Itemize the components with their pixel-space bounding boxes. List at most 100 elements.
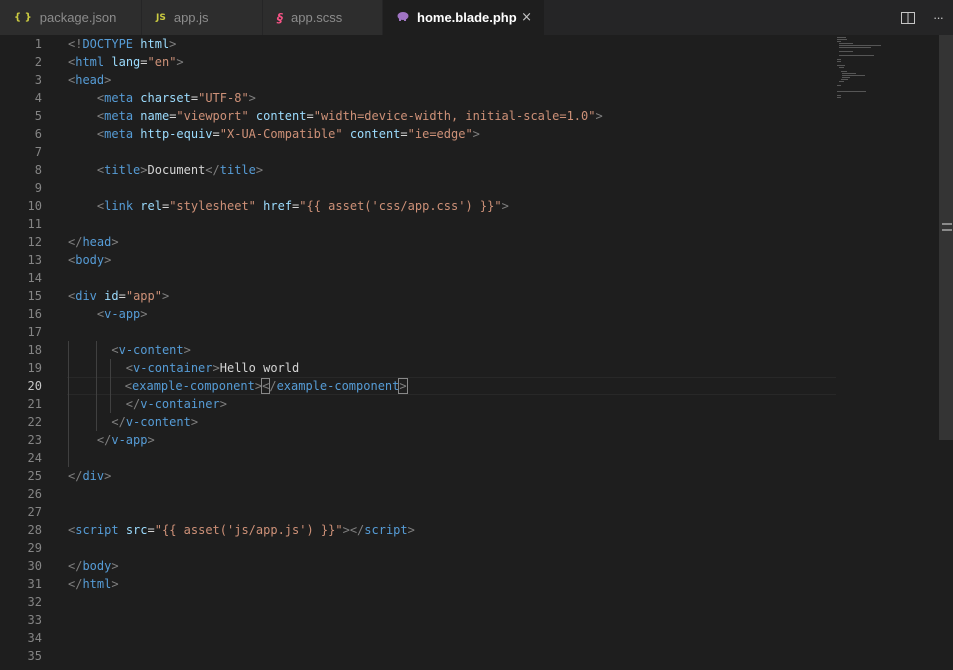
more-actions-icon[interactable]: ··· xyxy=(923,0,953,35)
code-token: </ xyxy=(96,433,112,447)
code-line[interactable]: </body> xyxy=(68,557,836,575)
vertical-scrollbar[interactable] xyxy=(939,35,953,670)
close-icon[interactable]: × xyxy=(521,10,532,25)
code-line[interactable]: </div> xyxy=(68,467,836,485)
code-line[interactable]: <link rel="stylesheet" href="{{ asset('c… xyxy=(68,197,836,215)
code-line[interactable]: <!DOCTYPE html> xyxy=(68,35,836,53)
line-number: 26 xyxy=(27,487,42,501)
code-line[interactable] xyxy=(68,215,836,233)
code-token: > xyxy=(104,469,112,483)
indent-guide xyxy=(110,359,111,413)
code-line[interactable]: <script src="{{ asset('js/app.js') }}"><… xyxy=(68,521,836,539)
minimap-line xyxy=(840,79,848,80)
minimap-line xyxy=(839,67,844,68)
code-line[interactable]: </v-app> xyxy=(68,431,836,449)
code-line[interactable] xyxy=(68,323,836,341)
code-line[interactable]: <title>Document</title> xyxy=(68,161,836,179)
minimap-line xyxy=(841,73,857,74)
code-token: </ xyxy=(68,577,83,591)
code-line[interactable] xyxy=(68,449,836,467)
line-number: 15 xyxy=(27,289,42,303)
code-line[interactable]: </v-container> xyxy=(68,395,836,413)
code-area[interactable]: <!DOCTYPE html> <html lang="en"> <head> <m… xyxy=(68,35,836,665)
code-line[interactable]: <meta name="viewport" content="width=dev… xyxy=(68,107,836,125)
code-token: rel xyxy=(140,199,162,213)
code-line[interactable] xyxy=(68,593,836,611)
split-editor-icon[interactable] xyxy=(893,0,923,35)
minimap-line xyxy=(840,71,848,72)
code-token: meta xyxy=(104,91,134,105)
code-line[interactable] xyxy=(68,629,836,647)
code-line[interactable]: <example-component></example-component> xyxy=(67,377,836,395)
scrollbar-thumb[interactable] xyxy=(939,35,953,440)
code-token: charset xyxy=(140,91,191,105)
line-number: 29 xyxy=(27,541,42,555)
code-token: v-container xyxy=(133,361,213,375)
code-line[interactable]: <v-app> xyxy=(68,305,836,323)
line-number: 11 xyxy=(27,217,42,231)
code-token: html xyxy=(75,55,105,69)
code-line[interactable]: <meta charset="UTF-8"> xyxy=(68,89,836,107)
code-line[interactable]: </v-content> xyxy=(68,413,836,431)
code-line[interactable]: <html lang="en"> xyxy=(68,53,836,71)
code-token: > xyxy=(147,433,155,447)
code-line[interactable] xyxy=(68,503,836,521)
minimap-line xyxy=(837,39,847,40)
code-line[interactable]: <v-container>Hello world xyxy=(68,359,836,377)
code-line[interactable] xyxy=(68,143,836,161)
code-token: < xyxy=(124,379,133,393)
code-token: = xyxy=(306,109,314,123)
tab-package-json[interactable]: { } package.json xyxy=(0,0,142,35)
code-token: > xyxy=(176,55,184,69)
minimap-line xyxy=(837,65,846,66)
code-line[interactable] xyxy=(68,179,836,197)
code-line[interactable] xyxy=(68,611,836,629)
line-number: 6 xyxy=(34,127,42,141)
minimap-line xyxy=(839,51,854,52)
code-token: meta xyxy=(104,127,134,141)
code-token: "{{ asset('css/app.css') }}" xyxy=(299,199,502,213)
tab-app-scss[interactable]: § app.scss xyxy=(263,0,383,35)
minimap-line xyxy=(837,91,866,92)
minimap-line xyxy=(839,45,882,46)
tab-app-js[interactable]: JS app.js xyxy=(142,0,263,35)
code-token: content xyxy=(255,109,307,123)
code-line[interactable]: </head> xyxy=(68,233,836,251)
code-line[interactable]: <meta http-equiv="X-UA-Compatible" conte… xyxy=(68,125,836,143)
javascript-file-icon: JS xyxy=(156,12,166,23)
indent-guide xyxy=(96,341,97,431)
code-line[interactable]: <body> xyxy=(68,251,836,269)
code-editor[interactable]: 1 2 3 4 5 6 7 8 9 10 11 12 13 14 15 16 17 18 19 20 21 22 23 24 2… xyxy=(0,35,953,670)
code-token: "X-UA-Compatible" xyxy=(219,127,343,141)
code-line[interactable] xyxy=(68,647,836,665)
code-token: DOCTYPE xyxy=(82,37,134,51)
line-number: 28 xyxy=(27,523,42,537)
code-token: > xyxy=(407,523,415,537)
code-line[interactable]: <div id="app"> xyxy=(68,287,836,305)
code-token: title xyxy=(219,163,256,177)
code-token: > xyxy=(190,415,199,429)
line-number-gutter: 1 2 3 4 5 6 7 8 9 10 11 12 13 14 15 16 17 18 19 20 21 22 23 24 2… xyxy=(0,35,48,665)
code-token: ></ xyxy=(342,523,365,537)
line-number: 3 xyxy=(34,73,42,87)
minimap[interactable] xyxy=(835,35,939,670)
tab-home-blade-php[interactable]: home.blade.php × xyxy=(383,0,545,35)
minimap-line xyxy=(837,85,841,86)
code-line[interactable]: <head> xyxy=(68,71,836,89)
line-number: 34 xyxy=(27,631,42,645)
line-number: 21 xyxy=(27,397,42,411)
code-line[interactable] xyxy=(68,269,836,287)
code-line[interactable] xyxy=(68,485,836,503)
line-number: 25 xyxy=(27,469,42,483)
line-number: 7 xyxy=(34,145,42,159)
code-line[interactable] xyxy=(68,539,836,557)
code-line[interactable]: <v-content> xyxy=(68,341,836,359)
minimap-line xyxy=(837,95,842,96)
code-line[interactable]: </html> xyxy=(68,575,836,593)
minimap-line xyxy=(841,77,851,78)
